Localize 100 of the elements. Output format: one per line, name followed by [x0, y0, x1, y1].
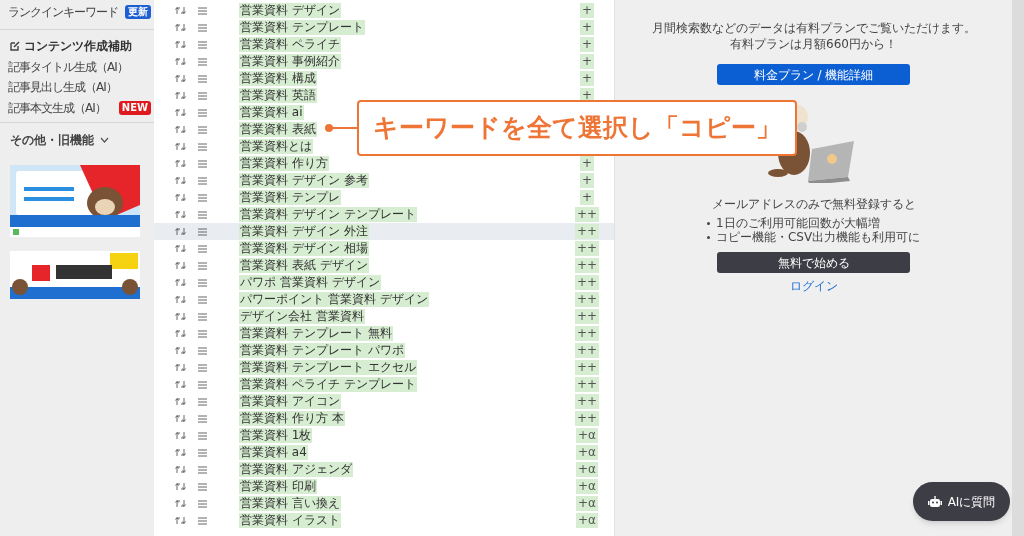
- grade-badge: ++: [574, 258, 600, 273]
- bullet-icon: [706, 221, 710, 225]
- bullet-icon: [706, 235, 710, 239]
- keyword-text: 営業資料とは: [239, 139, 313, 154]
- badge: NEW: [118, 100, 151, 115]
- grade-badge: ++: [574, 275, 600, 290]
- keyword-text: 営業資料 英語: [239, 88, 317, 103]
- grade-badge: +α: [576, 513, 598, 528]
- section-heading: コンテンツ作成補助: [24, 37, 132, 55]
- swap-icon[interactable]: [175, 380, 186, 389]
- grade-badge: +: [579, 54, 595, 69]
- keyword-text: 営業資料 デザイン 相場: [239, 241, 369, 256]
- swap-icon[interactable]: [175, 108, 186, 117]
- menu-toggle[interactable]: その他・旧機能: [10, 131, 94, 149]
- notice-text: 有料プランは月額660円から！: [730, 36, 897, 52]
- swap-icon[interactable]: [175, 40, 186, 49]
- robot-icon: [927, 495, 942, 508]
- sidebar-link[interactable]: 記事見出し生成（AI）: [8, 78, 117, 97]
- grade-badge: ++: [574, 411, 600, 426]
- grade-badge: +: [579, 71, 595, 86]
- grade-badge: ++: [574, 309, 600, 324]
- start-free-button[interactable]: 無料で始める: [717, 252, 910, 273]
- keyword-text: 営業資料 デザイン: [239, 3, 341, 18]
- keyword-text: 営業資料 ai: [239, 105, 304, 120]
- swap-icon[interactable]: [175, 499, 186, 508]
- keyword-text: 営業資料 デザイン テンプレート: [239, 207, 417, 222]
- keyword-text: 営業資料 表紙: [239, 122, 317, 137]
- grade-badge: +α: [576, 445, 598, 460]
- swap-icon[interactable]: [175, 465, 186, 474]
- benefit-text: 1日のご利用可能回数が大幅増: [715, 215, 880, 231]
- ai-question-button[interactable]: AIに質問: [913, 482, 1010, 521]
- keyword-text: 営業資料 表紙 デザイン: [239, 258, 369, 273]
- sidebar-link[interactable]: 記事タイトル生成（AI）: [8, 57, 128, 76]
- login-link[interactable]: ログイン: [789, 277, 838, 295]
- grade-badge: ++: [574, 224, 600, 239]
- grade-badge: +: [579, 37, 595, 52]
- signup-text: メールアドレスのみで無料登録すると: [711, 196, 916, 213]
- pricing-button[interactable]: 料金プラン / 機能詳細: [717, 64, 910, 85]
- keyword-text: 営業資料 a4: [239, 445, 308, 460]
- keyword-text: 営業資料 デザイン 参考: [239, 173, 369, 188]
- swap-icon[interactable]: [175, 295, 186, 304]
- keyword-text: 営業資料 テンプレ: [239, 190, 341, 205]
- swap-icon[interactable]: [175, 142, 186, 151]
- keyword-row[interactable]: 営業資料 デザイン 外注 ++: [154, 223, 614, 240]
- swap-icon[interactable]: [175, 74, 186, 83]
- keyword-text: 営業資料 作り方: [239, 156, 329, 171]
- keyword-text: パワーポイント 営業資料 デザイン: [239, 292, 429, 307]
- keyword-text: 営業資料 ペライチ: [239, 37, 341, 52]
- keyword-text: 営業資料 アイコン: [239, 394, 341, 409]
- swap-icon[interactable]: [175, 278, 186, 287]
- keyword-text: 営業資料 デザイン 外注: [239, 224, 369, 239]
- swap-icon[interactable]: [175, 312, 186, 321]
- sidebar-link[interactable]: ランクインキーワード: [8, 3, 118, 22]
- benefit-text: コピー機能・CSV出力機能も利用可に: [715, 229, 921, 246]
- notice-text: 月間検索数などのデータは有料プランでご覧いただけます。: [651, 20, 976, 36]
- grade-badge: ++: [574, 207, 600, 222]
- swap-icon[interactable]: [175, 23, 186, 32]
- keyword-text: 営業資料 アジェンダ: [239, 462, 353, 477]
- keyword-text: 営業資料 テンプレート 無料: [239, 326, 393, 341]
- swap-icon[interactable]: [175, 397, 186, 406]
- swap-icon[interactable]: [175, 159, 186, 168]
- swap-icon[interactable]: [175, 176, 186, 185]
- grade-badge: +: [579, 190, 595, 205]
- keyword-text: 営業資料 印刷: [239, 479, 317, 494]
- keyword-text: 営業資料 事例紹介: [239, 54, 341, 69]
- swap-icon[interactable]: [175, 329, 186, 338]
- sidebar-link[interactable]: 記事本文生成（AI）: [8, 98, 106, 117]
- grade-badge: +: [579, 3, 595, 18]
- swap-icon[interactable]: [175, 6, 186, 15]
- swap-icon[interactable]: [175, 482, 186, 491]
- grade-badge: ++: [574, 360, 600, 375]
- callout-label: キーワードを全て選択し「コピー」: [357, 100, 797, 156]
- grade-badge: ++: [574, 343, 600, 358]
- grade-badge: +: [579, 156, 595, 171]
- keyword-text: 営業資料 ペライチ テンプレート: [239, 377, 417, 392]
- swap-icon[interactable]: [175, 516, 186, 525]
- swap-icon[interactable]: [175, 57, 186, 66]
- swap-icon[interactable]: [175, 227, 186, 236]
- swap-icon[interactable]: [175, 210, 186, 219]
- grade-badge: +α: [576, 462, 598, 477]
- keyword-text: パワポ 営業資料 デザイン: [239, 275, 381, 290]
- keyword-text: 営業資料 1枚: [239, 428, 313, 443]
- swap-icon[interactable]: [175, 346, 186, 355]
- grade-badge: +α: [576, 479, 598, 494]
- badge: 更新: [125, 5, 151, 20]
- swap-icon[interactable]: [175, 193, 186, 202]
- swap-icon[interactable]: [175, 414, 186, 423]
- grade-badge: +: [579, 173, 595, 188]
- leader-line: [324, 123, 357, 133]
- swap-icon[interactable]: [175, 431, 186, 440]
- swap-icon[interactable]: [175, 91, 186, 100]
- swap-icon[interactable]: [175, 261, 186, 270]
- swap-icon[interactable]: [175, 244, 186, 253]
- keyword-text: 営業資料 テンプレート パワポ: [239, 343, 405, 358]
- keyword-text: 営業資料 構成: [239, 71, 317, 86]
- swap-icon[interactable]: [175, 448, 186, 457]
- swap-icon[interactable]: [175, 125, 186, 134]
- swap-icon[interactable]: [175, 363, 186, 372]
- chevron-down-icon[interactable]: [100, 137, 109, 143]
- grade-badge: +α: [576, 496, 598, 511]
